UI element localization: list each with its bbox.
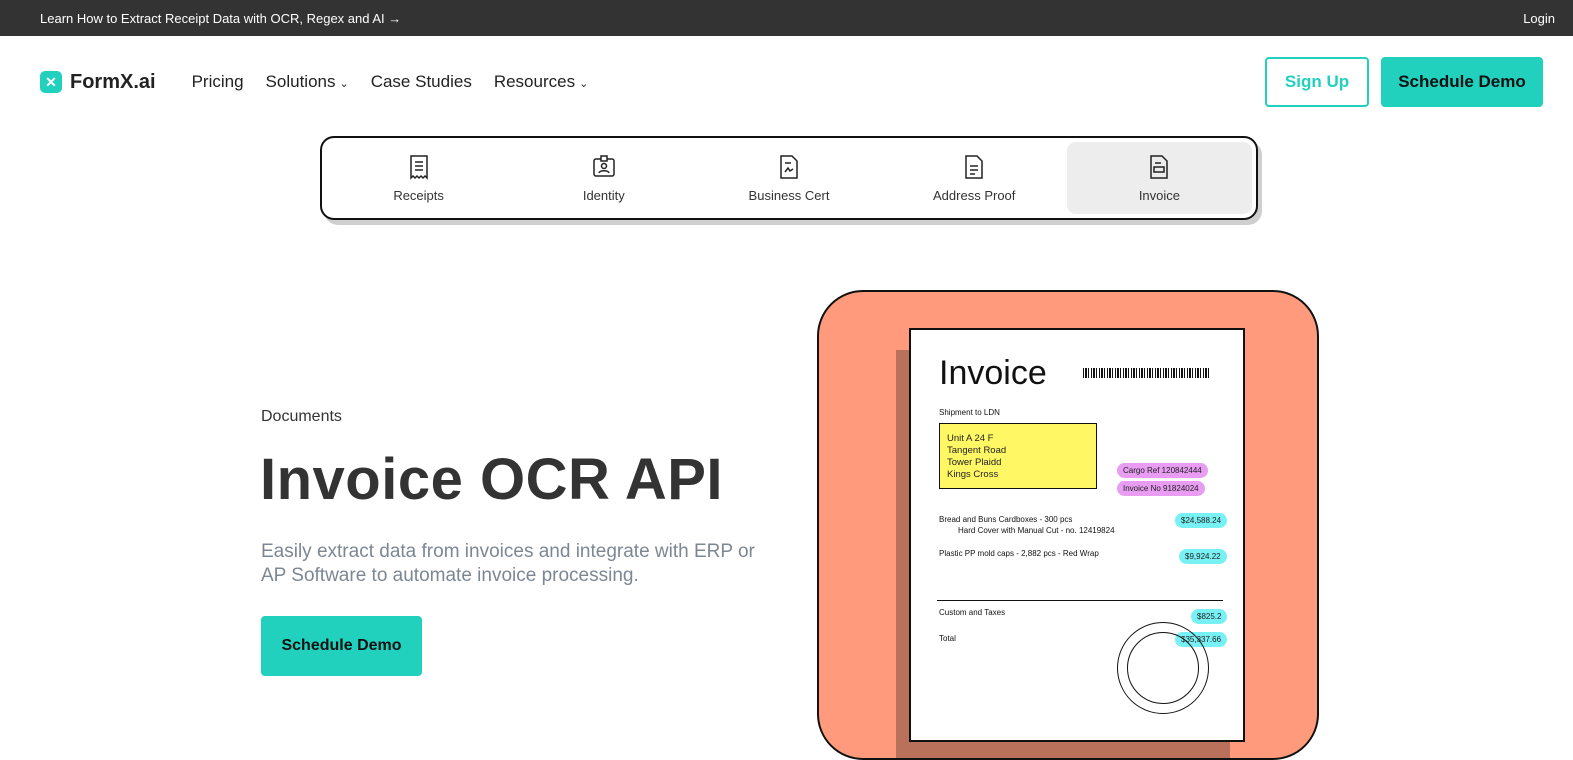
formx-logo-icon: ✕ (40, 71, 62, 93)
tab-invoice-label: Invoice (1138, 187, 1181, 203)
chevron-down-icon: ⌄ (579, 77, 589, 90)
chevron-down-icon: ⌄ (339, 77, 349, 90)
address-line: Tower Plaidd (947, 457, 1002, 468)
sign-up-button[interactable]: Sign Up (1265, 57, 1369, 107)
address-block: Unit A 24 F Tangent Road Tower Plaidd Ki… (939, 423, 1097, 489)
main-nav: ✕ FormX.ai Pricing Solutions ⌄ Case Stud… (0, 36, 1573, 128)
stamp-inner-ring (1127, 632, 1199, 704)
tab-business-cert-label: Business Cert (748, 187, 830, 203)
tab-identity[interactable]: Identity (511, 142, 696, 214)
eyebrow-label: Documents (261, 408, 342, 425)
hero-schedule-demo-button[interactable]: Schedule Demo (261, 616, 422, 676)
tab-receipts[interactable]: Receipts (326, 142, 511, 214)
nav-resources[interactable]: Resources ⌄ (494, 72, 588, 92)
custom-taxes-label: Custom and Taxes (939, 608, 1006, 617)
nav-case-studies[interactable]: Case Studies (371, 72, 472, 92)
nav-case-studies-label: Case Studies (370, 72, 472, 91)
line-item-1-detail: Hard Cover with Manual Cut - no. 1241982… (958, 526, 1115, 535)
document-icon (965, 154, 983, 179)
nav-solutions-label: Solutions (265, 72, 336, 91)
invoice-document: Invoice Shipment to LDN Unit A 24 F Tang… (909, 328, 1245, 742)
page-title: Invoice OCR API (260, 447, 724, 512)
shipment-label: Shipment to LDN (939, 408, 1000, 417)
tab-address-proof-label: Address Proof (933, 187, 1016, 203)
barcode-icon (1083, 368, 1209, 378)
amount-2-tag: $9,924.22 (1179, 549, 1227, 564)
invoice-title: Invoice (939, 354, 1047, 392)
cargo-ref-tag: Cargo Ref 120842444 (1117, 463, 1208, 478)
nav-pricing[interactable]: Pricing (192, 72, 244, 92)
total-label: Total (939, 634, 956, 643)
amount-1-tag: $24,588.24 (1175, 513, 1228, 528)
address-line: Tangent Road (947, 445, 1007, 456)
nav-solutions[interactable]: Solutions ⌄ (266, 72, 349, 92)
tab-invoice[interactable]: Invoice (1066, 142, 1253, 214)
invoice-no-tag: Invoice No 91824024 (1117, 481, 1205, 496)
invoice-icon (1150, 154, 1169, 179)
logo[interactable]: ✕ FormX.ai (40, 71, 156, 94)
tab-receipts-label: Receipts (393, 187, 444, 203)
tab-address-proof[interactable]: Address Proof (882, 142, 1067, 214)
hero-subtitle: Easily extract data from invoices and in… (261, 541, 755, 586)
id-card-icon (593, 154, 615, 177)
nav-actions: Sign Up Schedule Demo (1265, 57, 1543, 107)
invoice-illustration: Invoice Shipment to LDN Unit A 24 F Tang… (817, 290, 1319, 760)
line-item-2: Plastic PP mold caps - 2,882 pcs - Red W… (939, 549, 1099, 558)
tab-business-cert[interactable]: Business Cert (696, 142, 881, 214)
address-line: Kings Cross (947, 469, 999, 480)
nav-resources-label: Resources (493, 72, 576, 91)
logo-text: FormX.ai (70, 70, 156, 93)
login-link[interactable]: Login (1523, 11, 1555, 26)
document-type-tabs: Receipts Identity Business Cert Address … (320, 136, 1258, 220)
nav-pricing-label: Pricing (191, 72, 244, 91)
custom-taxes-amount: $825.2 (1191, 609, 1228, 624)
address-line: Unit A 24 F (947, 433, 994, 444)
receipt-icon (409, 154, 428, 180)
announcement-bar: Learn How to Extract Receipt Data with O… (0, 0, 1573, 36)
divider (937, 600, 1223, 601)
schedule-demo-button[interactable]: Schedule Demo (1381, 57, 1543, 107)
certificate-icon (780, 154, 798, 179)
tab-identity-label: Identity (582, 187, 625, 203)
announcement-link[interactable]: Learn How to Extract Receipt Data with O… (40, 11, 401, 26)
nav-links: Pricing Solutions ⌄ Case Studies Resourc… (192, 72, 589, 92)
line-item-1: Bread and Buns Cardboxes - 300 pcs (939, 515, 1073, 524)
